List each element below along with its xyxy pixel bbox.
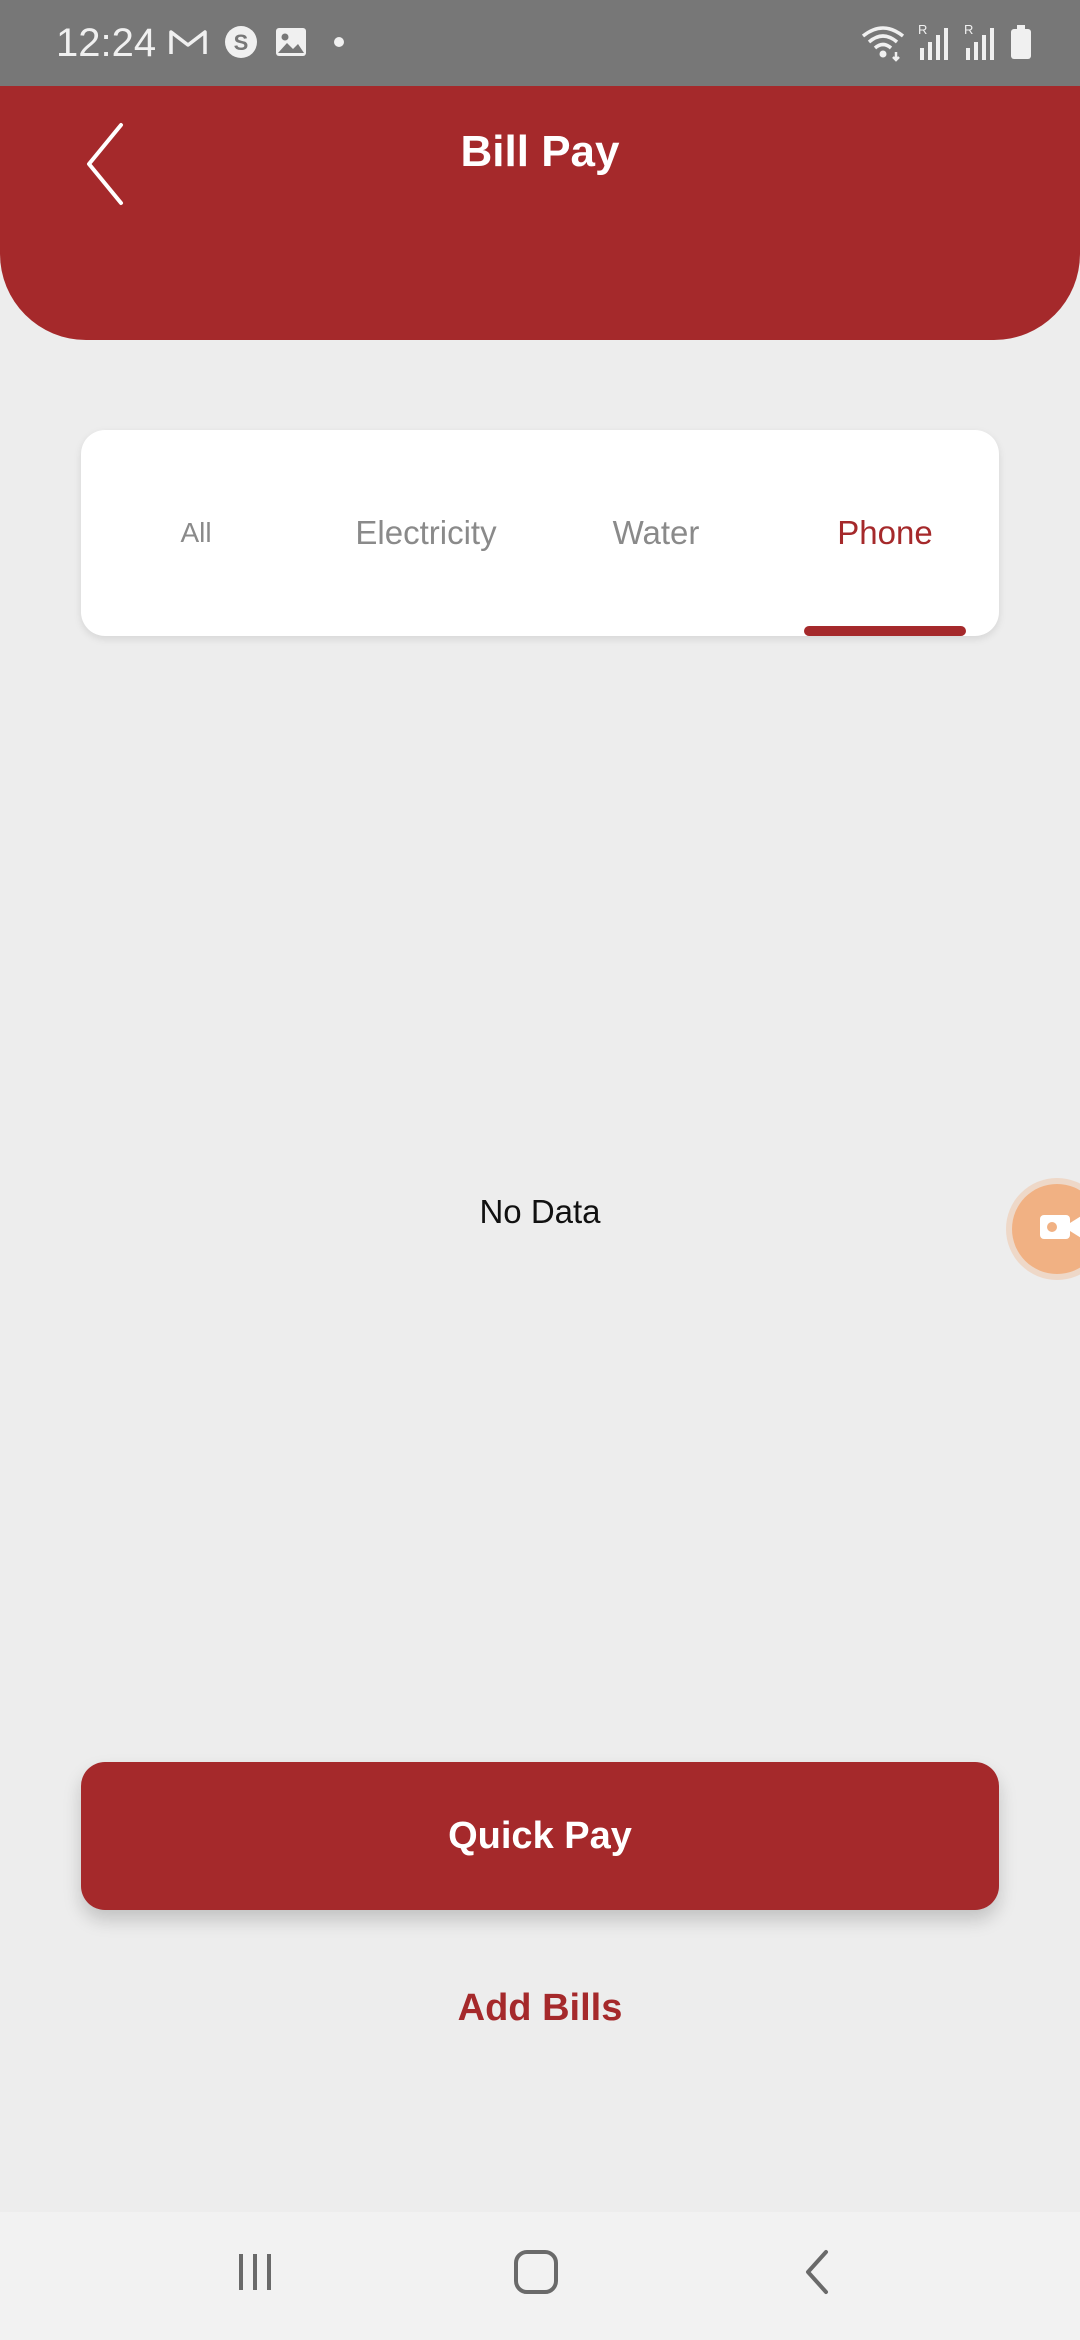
system-navigation-bar [0,2212,1080,2340]
tab-all[interactable]: All [81,430,311,636]
quick-pay-button[interactable]: Quick Pay [81,1762,999,1910]
tab-water[interactable]: Water [541,430,771,636]
gallery-icon [274,26,308,63]
add-bills-link[interactable]: Add Bills [0,1980,1080,2036]
roaming-label: R [918,22,927,37]
signal-r-icon: R [962,22,998,67]
home-icon [512,2248,560,2301]
battery-icon [1008,22,1034,67]
empty-state-text: No Data [479,1193,601,1230]
bill-pay-screen: 12:24 S R R Bill Pay All Electricity Wat… [0,0,1080,2340]
home-button[interactable] [486,2234,586,2314]
skype-icon: S [224,25,258,64]
status-time: 12:24 [56,21,157,65]
tab-electricity[interactable]: Electricity [311,430,541,636]
system-back-button[interactable] [768,2234,868,2314]
system-icons: R R [860,22,1034,66]
recents-icon [233,2250,277,2299]
recents-button[interactable] [205,2234,305,2314]
roaming-label: R [964,22,973,37]
signal-r-icon: R [916,22,952,67]
wifi-icon [860,22,906,67]
active-tab-indicator [804,626,966,636]
notification-icons: S [168,24,354,64]
back-icon [800,2248,836,2301]
video-camera-icon [1038,1209,1080,1250]
dot-icon [324,27,354,62]
svg-text:S: S [234,30,249,55]
bill-category-tabs: All Electricity Water Phone [81,430,999,636]
status-bar: 12:24 S R R [0,0,1080,86]
page-title: Bill Pay [460,127,620,176]
tab-phone[interactable]: Phone [771,430,999,636]
gmail-icon [168,27,208,62]
